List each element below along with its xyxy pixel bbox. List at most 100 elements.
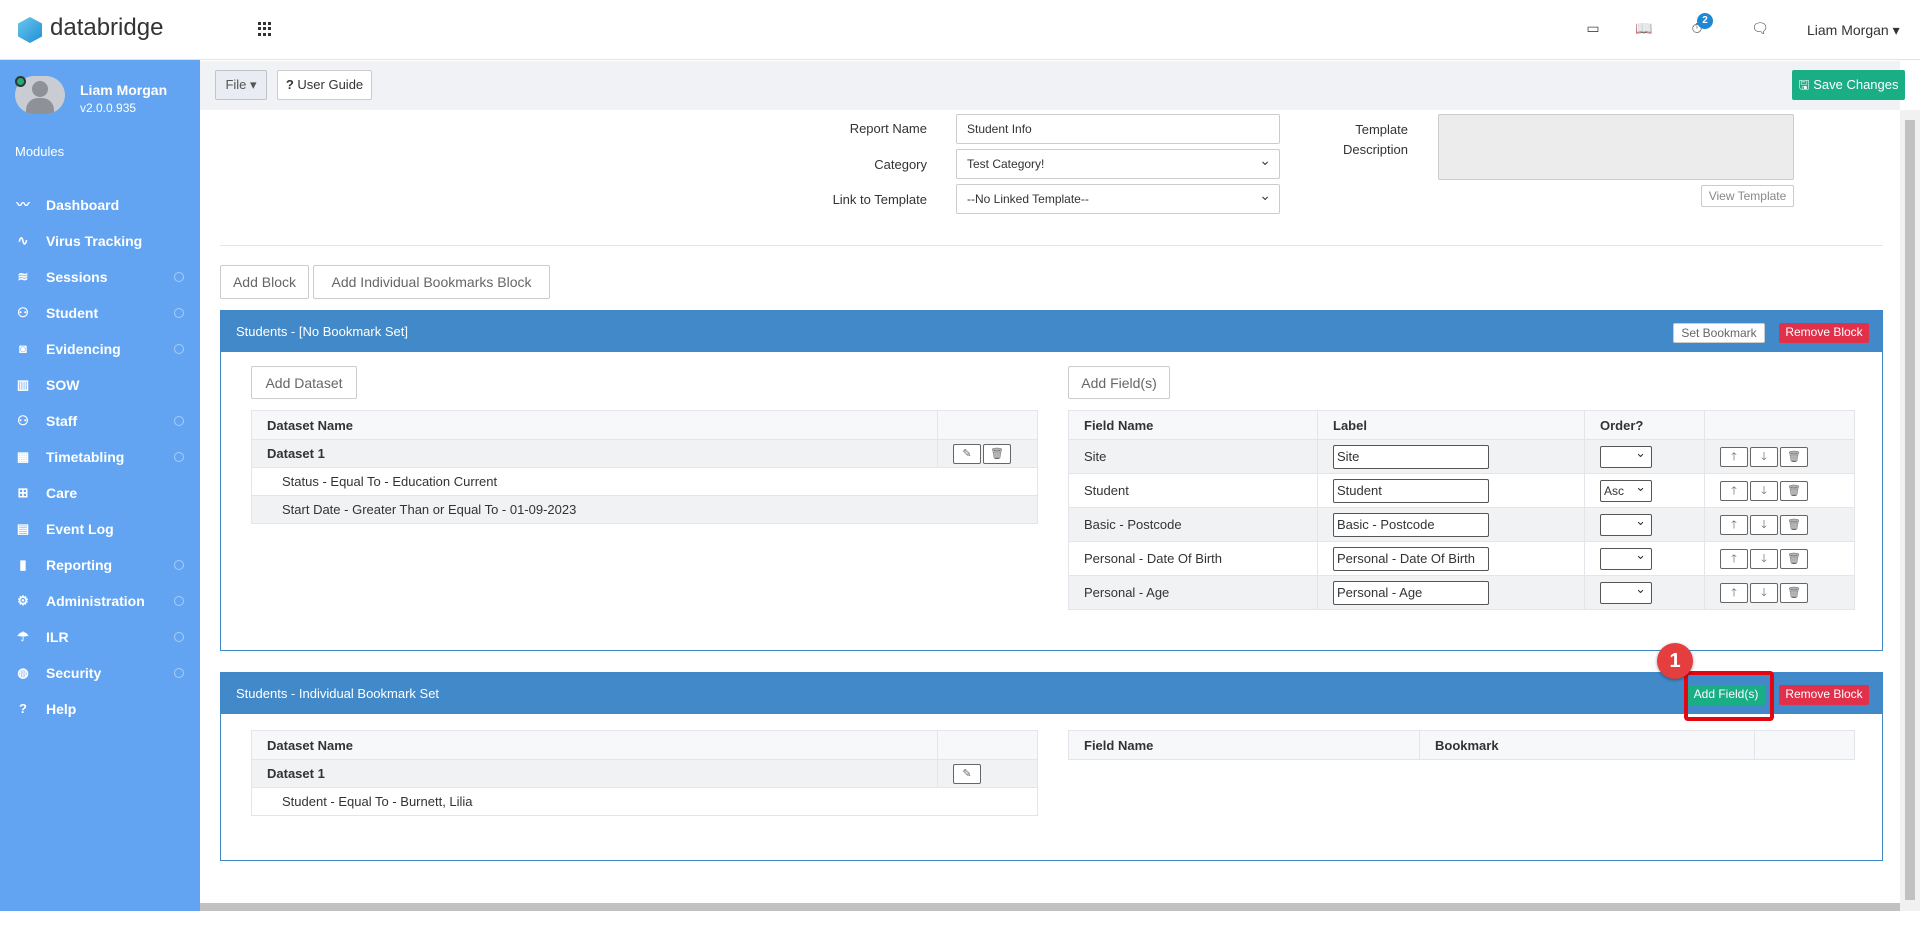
arrow-down-icon[interactable]: 🡓 <box>1750 480 1778 501</box>
notification-badge: 2 <box>1697 13 1713 29</box>
field-label-input[interactable]: Personal - Age <box>1333 580 1489 605</box>
apps-grid-icon[interactable] <box>258 22 272 36</box>
order-select[interactable]: Asc <box>1600 477 1652 502</box>
collapse-sidebar-icon[interactable]: ‹ <box>14 938 28 952</box>
remove-block-button[interactable]: Remove Block <box>1779 685 1869 705</box>
category-select[interactable]: Test Category! <box>956 146 1280 179</box>
order-select[interactable] <box>1600 545 1652 570</box>
scrollbar-thumb[interactable] <box>1905 120 1915 900</box>
sidebar-item-label: Event Log <box>46 521 114 537</box>
column-header: Order? <box>1584 410 1705 440</box>
set-bookmark-button[interactable]: Set Bookmark <box>1673 323 1765 343</box>
dataset-table: Dataset Name Dataset 1 ✎ 🗑 Status - Equal … <box>251 410 1038 524</box>
dataset-actions: ✎ 🗑 <box>937 439 1038 468</box>
clipboard-icon: ▤ <box>16 521 30 536</box>
sidebar-item-care[interactable]: ⊞ Care <box>0 475 200 511</box>
calendar-icon: ▦ <box>16 449 30 464</box>
edit-icon[interactable]: ✎ <box>953 443 981 464</box>
order-select[interactable] <box>1600 511 1652 536</box>
user-menu[interactable]: Liam Morgan ▾ <box>1807 22 1900 39</box>
field-label-input[interactable]: Student <box>1333 478 1489 503</box>
block-title: Students - Individual Bookmark Set <box>236 686 440 701</box>
gear-icon: ⚙ <box>17 593 29 608</box>
horizontal-scrollbar[interactable] <box>200 903 1900 911</box>
sidebar-item-dashboard[interactable]: 〰 Dashboard <box>0 187 200 223</box>
sidebar-item-student[interactable]: ⚇ Student <box>0 295 200 331</box>
view-template-button[interactable]: View Template <box>1701 185 1794 207</box>
remove-block-button[interactable]: Remove Block <box>1779 323 1869 343</box>
field-row: Basic - Postcode Basic - Postcode 🡑🡓🗑 <box>1068 507 1855 542</box>
arrow-down-icon[interactable]: 🡓 <box>1750 514 1778 535</box>
user-guide-label: User Guide <box>297 77 364 92</box>
user-guide-button[interactable]: ? User Guide <box>277 70 372 100</box>
trash-icon[interactable]: 🗑 <box>983 443 1011 464</box>
sidebar-item-security[interactable]: ◍ Security <box>0 655 200 691</box>
sidebar-item-virus-tracking[interactable]: ∿ Virus Tracking <box>0 223 200 259</box>
field-name: Basic - Postcode <box>1068 507 1318 542</box>
arrow-up-icon[interactable]: 🡑 <box>1720 514 1748 535</box>
divider <box>220 245 1883 246</box>
link-template-select[interactable]: --No Linked Template-- <box>956 181 1280 214</box>
order-select[interactable] <box>1600 579 1652 604</box>
logo-icon <box>18 17 42 43</box>
column-header: Dataset Name <box>251 410 938 440</box>
sidebar-item-sow[interactable]: ▥ SOW <box>0 367 200 403</box>
dataset-table: Dataset Name Dataset 1 ✎ Student - Equal … <box>251 730 1038 816</box>
arrow-up-icon[interactable]: 🡑 <box>1720 446 1748 467</box>
template-description-textarea[interactable] <box>1438 114 1794 180</box>
report-name-label: Report Name <box>849 121 927 136</box>
save-changes-button[interactable]: 🖫 Save Changes <box>1792 70 1905 100</box>
arrow-down-icon[interactable]: 🡓 <box>1750 548 1778 569</box>
column-header: Field Name <box>1068 730 1420 760</box>
row-actions: 🡑 🡓 🗑 <box>1704 507 1855 542</box>
sidebar-item-event-log[interactable]: ▤ Event Log <box>0 511 200 547</box>
arrow-up-icon[interactable]: 🡑 <box>1720 548 1748 569</box>
arrow-up-icon[interactable]: 🡑 <box>1720 582 1748 603</box>
sidebar: Liam Morgan v2.0.0.935 Modules 〰 Dashboar… <box>0 60 200 952</box>
label-cell: Basic - Postcode <box>1317 507 1585 542</box>
chat-icon[interactable]: 🗨 <box>1750 20 1770 40</box>
sidebar-item-ilr[interactable]: ☂ ILR <box>0 619 200 655</box>
sidebar-item-administration[interactable]: ⚙ Administration <box>0 583 200 619</box>
arrow-up-icon[interactable]: 🡑 <box>1720 480 1748 501</box>
sidebar-item-timetabling[interactable]: ▦ Timetabling <box>0 439 200 475</box>
sidebar-item-sessions[interactable]: ≋ Sessions <box>0 259 200 295</box>
sidebar-item-reporting[interactable]: ▮ Reporting <box>0 547 200 583</box>
file-menu-button[interactable]: File ▾ <box>215 70 267 100</box>
arrow-down-icon[interactable]: 🡓 <box>1750 446 1778 467</box>
report-name-input[interactable]: Student Info <box>956 114 1280 144</box>
column-header <box>1754 730 1855 760</box>
trash-icon[interactable]: 🗑 <box>1780 446 1808 467</box>
sidebar-item-label: Administration <box>46 593 145 609</box>
report-block-2: Students - Individual Bookmark Set Add F… <box>220 672 1883 861</box>
sidebar-item-help[interactable]: ? Help <box>0 691 200 727</box>
field-label-input[interactable]: Site <box>1333 444 1489 469</box>
trash-icon[interactable]: 🗑 <box>1780 514 1808 535</box>
add-individual-bookmarks-block-button[interactable]: Add Individual Bookmarks Block <box>313 265 550 299</box>
field-name: Personal - Date Of Birth <box>1068 541 1318 576</box>
add-fields-button[interactable]: Add Field(s) <box>1068 366 1170 399</box>
template-description-label: Template Description <box>1300 122 1408 157</box>
column-header <box>1704 410 1855 440</box>
add-block-button[interactable]: Add Block <box>220 265 309 299</box>
sidebar-item-evidencing[interactable]: ◙ Evidencing <box>0 331 200 367</box>
monitor-icon[interactable]: ▭ <box>1583 20 1603 40</box>
care-icon: ⊞ <box>17 485 29 500</box>
add-dataset-button[interactable]: Add Dataset <box>251 366 357 399</box>
field-label-input[interactable]: Basic - Postcode <box>1333 512 1489 537</box>
sidebar-item-label: Staff <box>46 413 78 429</box>
trash-icon[interactable]: 🗑 <box>1780 480 1808 501</box>
modules-heading: Modules <box>15 144 65 159</box>
order-cell <box>1584 439 1705 474</box>
trash-icon[interactable]: 🗑 <box>1780 582 1808 603</box>
book-icon[interactable]: 📖 <box>1634 20 1654 40</box>
sidebar-item-label: Care <box>46 485 78 501</box>
sidebar-item-label: Security <box>46 665 102 681</box>
edit-icon[interactable]: ✎ <box>953 763 981 784</box>
expand-indicator-icon <box>174 344 184 354</box>
sidebar-item-staff[interactable]: ⚇ Staff <box>0 403 200 439</box>
field-label-input[interactable]: Personal - Date Of Birth <box>1333 546 1489 571</box>
trash-icon[interactable]: 🗑 <box>1780 548 1808 569</box>
order-select[interactable] <box>1600 443 1652 468</box>
arrow-down-icon[interactable]: 🡓 <box>1750 582 1778 603</box>
